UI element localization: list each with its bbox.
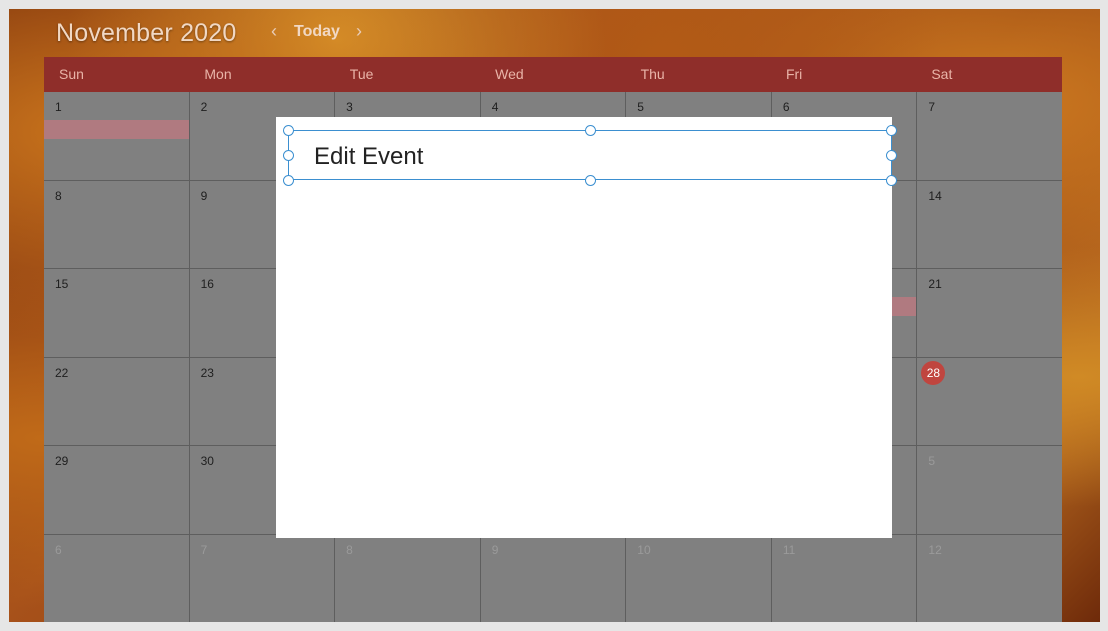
calendar-header: November 2020 ‹ Today › <box>44 9 1062 57</box>
day-cell[interactable]: 8 <box>44 180 189 268</box>
calendar-app: November 2020 ‹ Today › Sun Mon Tue Wed … <box>9 9 1100 622</box>
today-button[interactable]: Today <box>294 23 340 41</box>
resize-handle-bottom-right[interactable] <box>886 175 897 186</box>
day-number: 9 <box>200 188 208 203</box>
day-number: 8 <box>55 188 62 203</box>
day-cell[interactable]: 7 <box>917 92 1062 180</box>
weekday-sun: Sun <box>59 66 84 82</box>
day-cell[interactable]: 21 <box>917 269 1062 357</box>
chevron-right-icon[interactable]: › <box>350 21 368 42</box>
day-cell[interactable]: 7 <box>189 534 335 622</box>
day-cell[interactable]: 29 <box>44 446 189 534</box>
day-cell[interactable]: 8 <box>335 534 480 622</box>
dialog-title-selection[interactable]: Edit Event <box>288 130 892 180</box>
weekday-tue: Tue <box>349 66 374 82</box>
day-number: 21 <box>928 277 942 291</box>
resize-handle-bottom-center[interactable] <box>585 175 596 186</box>
weekday-mon: Mon <box>204 66 232 82</box>
dialog-title: Edit Event <box>314 143 424 170</box>
day-number: 12 <box>928 542 942 557</box>
day-number: 16 <box>200 277 214 291</box>
day-cell[interactable]: 9 <box>480 534 626 622</box>
weekday-fri: Fri <box>785 66 803 82</box>
event-bar[interactable] <box>892 297 917 316</box>
day-cell[interactable]: 1 <box>44 92 189 180</box>
weekday-thu: Thu <box>640 66 665 82</box>
weekday-sat: Sat <box>931 66 953 82</box>
day-number: 1 <box>55 100 62 114</box>
day-number: 5 <box>928 454 936 468</box>
day-cell[interactable]: 10 <box>626 534 771 622</box>
day-cell[interactable]: 5 <box>917 446 1062 534</box>
resize-handle-middle-right[interactable] <box>886 150 897 161</box>
day-number: 8 <box>346 542 353 557</box>
day-cell[interactable]: 11 <box>771 534 917 622</box>
day-cell[interactable]: 12 <box>917 534 1062 622</box>
day-cell[interactable]: 22 <box>44 357 189 445</box>
day-number: 14 <box>928 188 942 203</box>
day-number: 4 <box>491 100 499 114</box>
day-cell-today[interactable]: 28 <box>917 357 1062 445</box>
resize-handle-top-center[interactable] <box>585 125 596 136</box>
resize-handle-top-left[interactable] <box>283 125 294 136</box>
day-number: 6 <box>55 542 62 557</box>
day-number: 30 <box>200 454 214 468</box>
today-badge: 28 <box>921 360 946 385</box>
day-cell[interactable]: 6 <box>44 534 189 622</box>
resize-handle-middle-left[interactable] <box>283 150 294 161</box>
chevron-left-icon[interactable]: ‹ <box>265 21 283 42</box>
day-number: 9 <box>491 542 499 557</box>
weekday-header: Sun Mon Tue Wed Thu Fri Sat <box>44 57 1062 92</box>
day-number: 5 <box>637 100 644 114</box>
day-number: 10 <box>637 542 651 557</box>
day-number: 22 <box>55 365 69 380</box>
day-number: 2 <box>200 100 208 114</box>
day-number: 15 <box>55 277 69 291</box>
day-number: 29 <box>55 454 69 468</box>
resize-handle-bottom-left[interactable] <box>283 175 294 186</box>
day-number: 7 <box>200 542 208 557</box>
day-cell[interactable]: 14 <box>917 180 1062 268</box>
day-number: 6 <box>782 100 790 114</box>
day-number: 3 <box>346 100 353 114</box>
resize-handle-top-right[interactable] <box>886 125 897 136</box>
day-number: 23 <box>200 365 214 380</box>
weekday-wed: Wed <box>495 66 524 82</box>
day-number: 11 <box>782 542 796 557</box>
day-number: 7 <box>928 100 936 114</box>
edit-event-dialog: Edit Event <box>276 117 897 538</box>
day-cell[interactable]: 15 <box>44 269 189 357</box>
month-title: November 2020 <box>56 19 237 47</box>
event-bar[interactable] <box>44 120 189 139</box>
